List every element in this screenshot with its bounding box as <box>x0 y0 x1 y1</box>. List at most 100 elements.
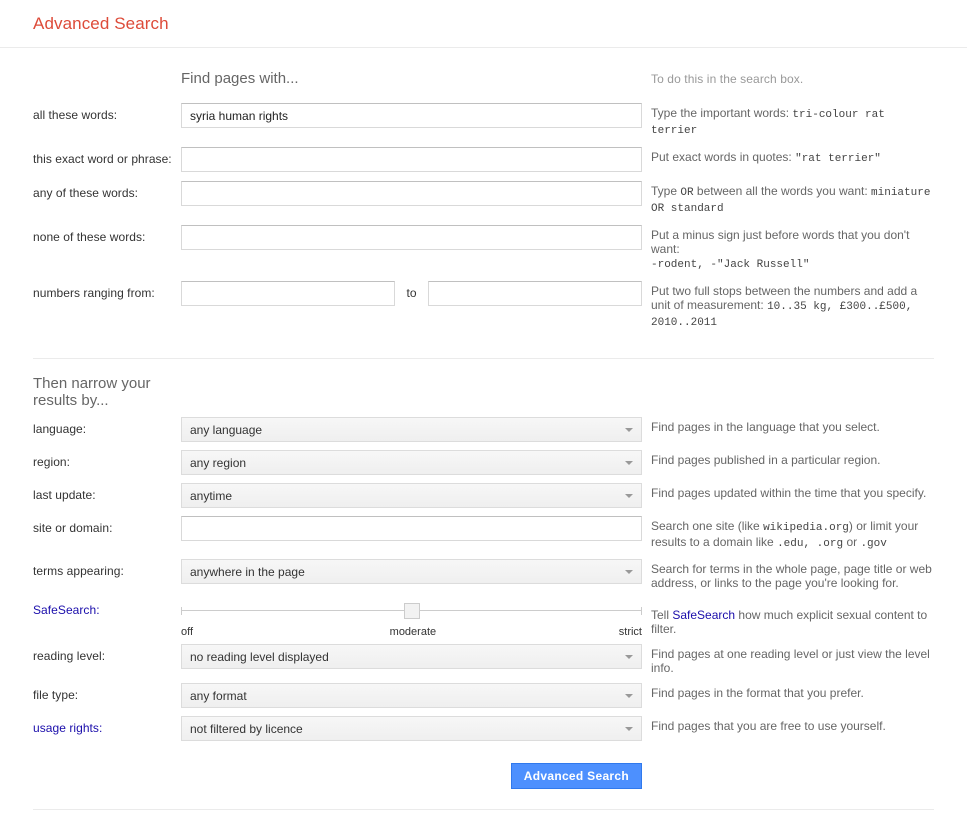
help-text: Type <box>651 184 678 198</box>
safesearch-slider[interactable]: off moderate strict <box>181 598 642 638</box>
help-text-c: or <box>846 535 858 549</box>
help-site-or-domain: Search one site (like wikipedia.org) or … <box>642 516 934 551</box>
any-of-these-words-input[interactable] <box>181 181 642 206</box>
help-numbers-ranging: Put two full stops between the numbers a… <box>642 281 934 330</box>
help-reading-level: Find pages at one reading level or just … <box>651 647 930 675</box>
help-code: "rat terrier" <box>795 153 881 165</box>
help-text-a: Search one site (like <box>651 519 760 533</box>
help-text-middle: between all the words you want: <box>696 184 868 198</box>
section-divider-top <box>0 339 967 359</box>
label-none-of-these-words: none of these words: <box>33 230 146 244</box>
you-can-also-section: You can also... Find pages that are simi… <box>0 810 967 827</box>
row-safesearch: SafeSearch: off moderate strict Tell Saf… <box>33 598 934 638</box>
row-any-of-these-words: any of these words: Type OR between all … <box>33 181 934 216</box>
safesearch-slider-track[interactable] <box>181 603 642 624</box>
find-pages-heading: Find pages with... <box>181 70 299 87</box>
help-code: OR <box>680 187 694 199</box>
label-language: language: <box>33 422 87 436</box>
help-code-b: .edu, .org <box>777 538 844 550</box>
help-last-update: Find pages updated within the time that … <box>651 486 927 500</box>
numbers-range-group: to <box>181 281 642 306</box>
all-these-words-input[interactable] <box>181 103 642 128</box>
safesearch-slider-handle[interactable] <box>403 603 420 619</box>
chevron-down-icon <box>625 427 633 432</box>
section-divider-bottom <box>0 789 967 810</box>
label-all-these-words: all these words: <box>33 108 118 122</box>
exact-phrase-input[interactable] <box>181 147 642 172</box>
chevron-down-icon <box>625 569 633 574</box>
submit-row: Advanced Search <box>33 763 934 789</box>
row-language: language: any language Find pages in the… <box>33 417 934 442</box>
region-select-value: any region <box>190 455 247 470</box>
row-last-update: last update: anytime Find pages updated … <box>33 483 934 508</box>
row-terms-appearing: terms appearing: anywhere in the page Se… <box>33 559 934 590</box>
row-site-or-domain: site or domain: Search one site (like wi… <box>33 516 934 551</box>
advanced-search-button[interactable]: Advanced Search <box>510 763 642 789</box>
terms-appearing-select[interactable]: anywhere in the page <box>181 559 642 584</box>
usage-rights-select[interactable]: not filtered by licence <box>181 716 642 741</box>
narrow-results-heading: Then narrow your results by... <box>33 375 151 409</box>
help-text-prefix: Tell <box>651 608 670 622</box>
chevron-down-icon <box>625 460 633 465</box>
row-exact-phrase: this exact word or phrase: Put exact wor… <box>33 147 934 172</box>
help-text: Type the important words: <box>651 106 790 120</box>
row-reading-level: reading level: no reading level displaye… <box>33 644 934 675</box>
language-select-value: any language <box>190 422 263 437</box>
label-exact-phrase: this exact word or phrase: <box>33 152 172 166</box>
usage-rights-select-value: not filtered by licence <box>190 721 303 736</box>
row-usage-rights: usage rights: not filtered by licence Fi… <box>33 716 934 741</box>
label-safesearch[interactable]: SafeSearch: <box>33 598 181 617</box>
narrow-results-section: Then narrow your results by... language:… <box>0 359 967 789</box>
label-any-of-these-words: any of these words: <box>33 186 139 200</box>
help-region: Find pages published in a particular reg… <box>651 453 881 467</box>
label-last-update: last update: <box>33 488 96 502</box>
label-reading-level: reading level: <box>33 649 106 663</box>
row-all-these-words: all these words: Type the important word… <box>33 103 934 138</box>
label-site-or-domain: site or domain: <box>33 521 113 535</box>
safesearch-slider-labels: off moderate strict <box>181 626 642 638</box>
help-any-of-these-words: Type OR between all the words you want: … <box>642 181 934 216</box>
help-terms-appearing: Search for terms in the whole page, page… <box>651 562 932 590</box>
help-usage-rights: Find pages that you are free to use your… <box>651 719 886 733</box>
row-file-type: file type: any format Find pages in the … <box>33 683 934 708</box>
label-terms-appearing: terms appearing: <box>33 564 124 578</box>
safesearch-scale-off: off <box>181 626 194 638</box>
label-usage-rights[interactable]: usage rights: <box>33 716 181 735</box>
last-update-select-value: anytime <box>190 488 233 503</box>
help-text: Put exact words in quotes: <box>651 150 792 164</box>
none-of-these-words-input[interactable] <box>181 225 642 250</box>
reading-level-select[interactable]: no reading level displayed <box>181 644 642 669</box>
chevron-down-icon <box>625 493 633 498</box>
site-or-domain-input[interactable] <box>181 516 642 541</box>
advanced-search-page: Advanced Search Find pages with... To do… <box>0 0 967 827</box>
help-code-c: .gov <box>860 538 887 550</box>
row-numbers-ranging: numbers ranging from: to Put two full st… <box>33 281 934 330</box>
reading-level-select-value: no reading level displayed <box>190 649 329 664</box>
page-title: Advanced Search <box>33 13 169 33</box>
safesearch-help-link[interactable]: SafeSearch <box>672 608 735 622</box>
region-select[interactable]: any region <box>181 450 642 475</box>
language-select[interactable]: any language <box>181 417 642 442</box>
help-exact-phrase: Put exact words in quotes: "rat terrier" <box>642 147 934 166</box>
numbers-range-to-input[interactable] <box>427 281 642 306</box>
chevron-down-icon <box>625 693 633 698</box>
help-safesearch: Tell SafeSearch how much explicit sexual… <box>642 598 934 636</box>
help-column-title: To do this in the search box. <box>651 72 804 86</box>
find-pages-section: Find pages with... To do this in the sea… <box>0 48 967 330</box>
help-code-a: wikipedia.org <box>763 522 849 534</box>
last-update-select[interactable]: anytime <box>181 483 642 508</box>
terms-appearing-select-value: anywhere in the page <box>190 564 305 579</box>
help-text: Put a minus sign just before words that … <box>651 228 910 256</box>
chevron-down-icon <box>625 654 633 659</box>
file-type-select-value: any format <box>190 688 247 703</box>
help-code: -rodent, -"Jack Russell" <box>651 259 810 271</box>
help-language: Find pages in the language that you sele… <box>651 420 880 434</box>
label-file-type: file type: <box>33 688 79 702</box>
help-file-type: Find pages in the format that you prefer… <box>651 686 864 700</box>
file-type-select[interactable]: any format <box>181 683 642 708</box>
numbers-range-from-input[interactable] <box>181 281 396 306</box>
page-header: Advanced Search <box>0 0 967 48</box>
safesearch-scale-strict: strict <box>618 626 642 638</box>
row-none-of-these-words: none of these words: Put a minus sign ju… <box>33 225 934 272</box>
safesearch-scale-moderate: moderate <box>389 626 437 638</box>
